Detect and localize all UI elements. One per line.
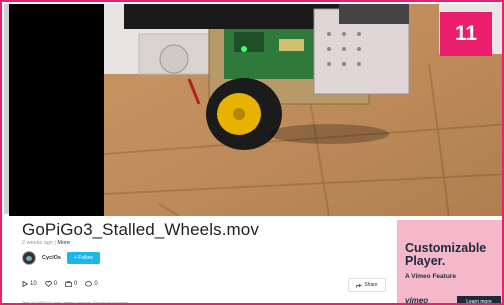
comments-count: 0 bbox=[94, 281, 98, 287]
stats-row: 10 0 0 0 bbox=[22, 281, 98, 287]
plays-stat: 10 bbox=[22, 281, 37, 287]
layers-icon bbox=[65, 281, 72, 287]
video-player[interactable] bbox=[9, 4, 502, 216]
author-row: CyclOs + Follow bbox=[22, 251, 100, 265]
posted-date: 2 weeks ago bbox=[22, 240, 53, 246]
author-name[interactable]: CyclOs bbox=[42, 255, 61, 261]
plays-count: 10 bbox=[30, 281, 37, 287]
video-title: GoPiGo3_Stalled_Wheels.mov bbox=[22, 220, 259, 239]
video-description: Test of GoPiGo3 Lean, stereo, sensors. F… bbox=[22, 300, 130, 305]
collections-stat[interactable]: 0 bbox=[65, 281, 77, 287]
heart-icon bbox=[44, 281, 52, 287]
likes-stat[interactable]: 0 bbox=[44, 281, 58, 287]
follow-button[interactable]: + Follow bbox=[66, 252, 100, 264]
ad-subline: A Vimeo Feature bbox=[405, 273, 456, 280]
article-figure-frame: 11 GoPiGo3_Stalled_Wheels.mov 2 weeks ag… bbox=[0, 0, 504, 305]
share-button[interactable]: Share bbox=[348, 278, 386, 292]
ad-learn-more-button[interactable]: Learn more bbox=[457, 296, 501, 303]
comment-icon bbox=[85, 281, 93, 287]
play-icon bbox=[22, 281, 28, 287]
video-meta: 2 weeks ago | More bbox=[22, 240, 70, 246]
ad-headline: Customizable Player. bbox=[405, 242, 486, 268]
video-frame-illustration bbox=[103, 4, 502, 216]
meta-separator: | bbox=[54, 240, 56, 246]
figure-number-badge: 11 bbox=[440, 12, 492, 56]
comments-stat[interactable]: 0 bbox=[85, 281, 98, 287]
collections-count: 0 bbox=[74, 281, 78, 287]
vimeo-logo: vimeo bbox=[405, 296, 429, 305]
share-icon bbox=[356, 283, 362, 287]
more-link[interactable]: More bbox=[57, 240, 70, 246]
share-label: Share bbox=[364, 282, 378, 288]
avatar[interactable] bbox=[22, 251, 36, 265]
ad-headline-line2: Player. bbox=[405, 254, 446, 268]
ad-banner[interactable]: Customizable Player. A Vimeo Feature vim… bbox=[397, 220, 502, 305]
likes-count: 0 bbox=[53, 281, 58, 287]
